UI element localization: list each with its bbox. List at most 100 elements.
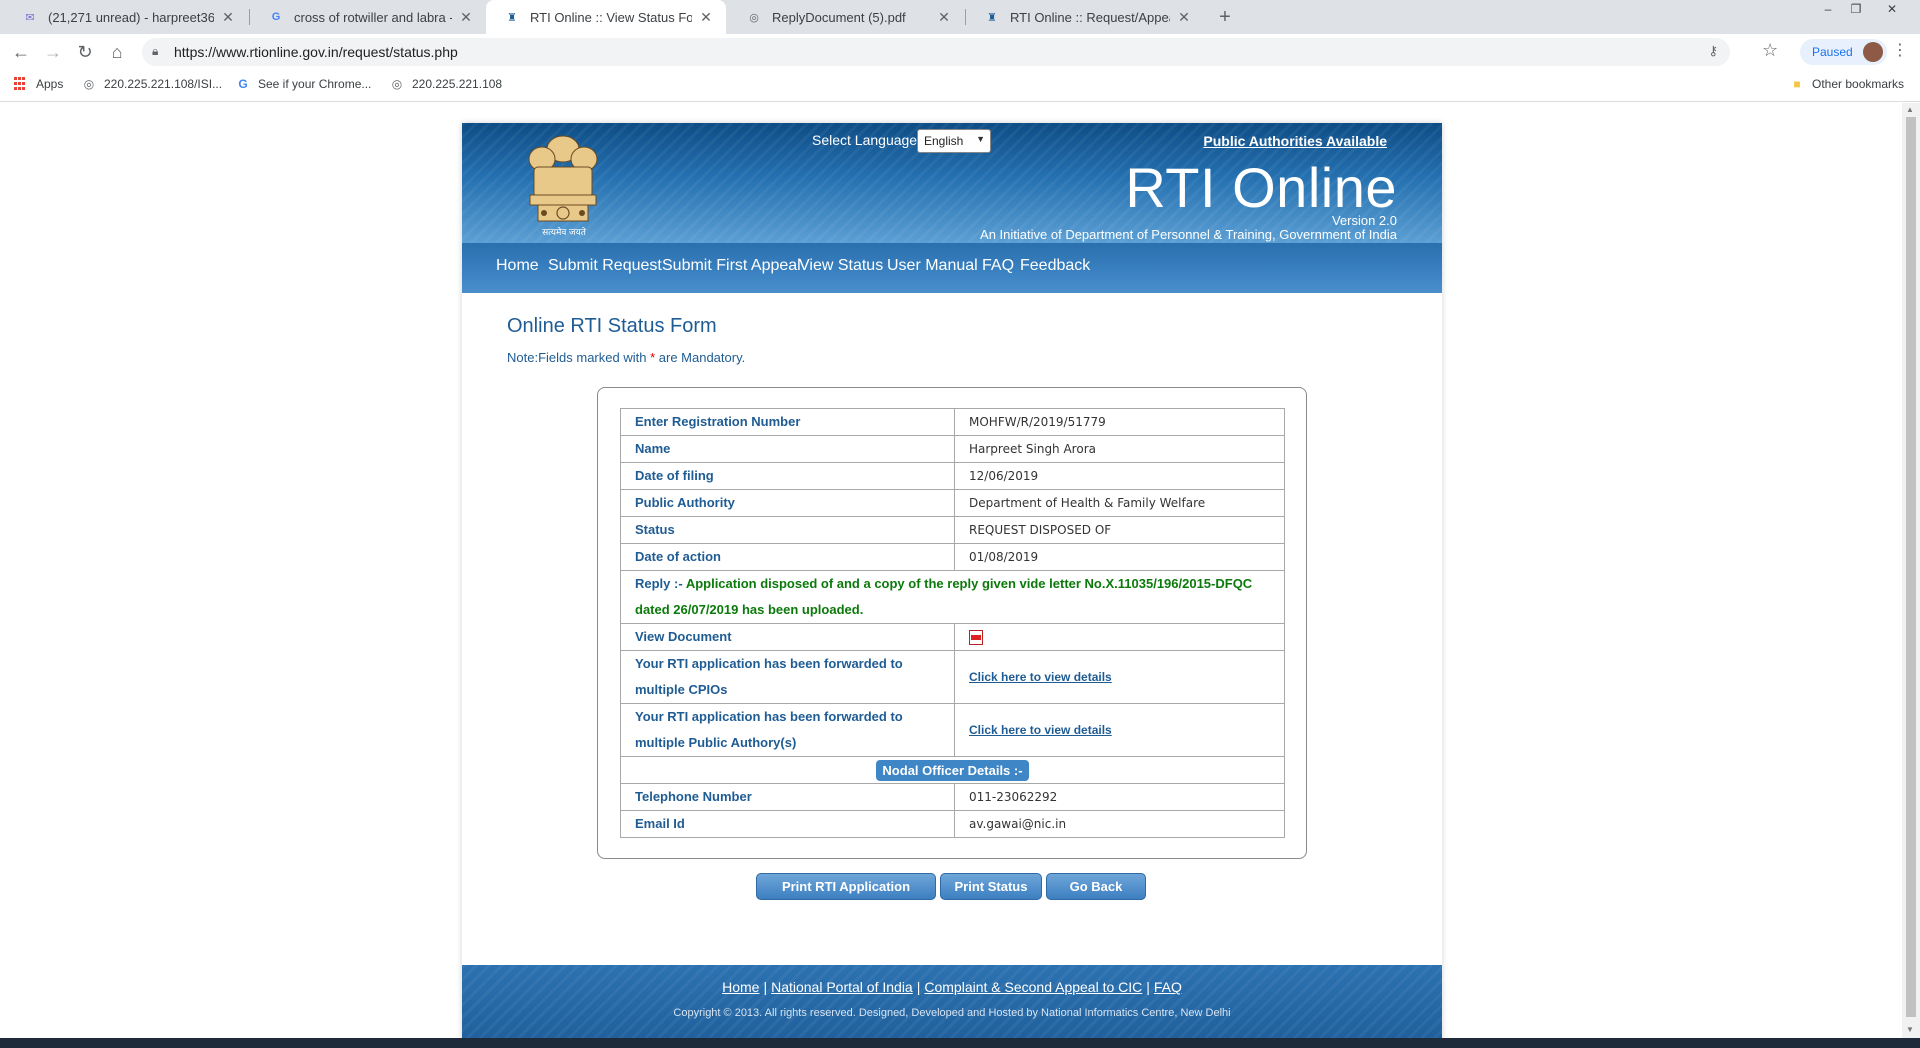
close-icon[interactable]: ✕ <box>698 9 714 26</box>
date-filing-label: Date of filing <box>620 462 955 490</box>
footer-link-complaint-appeal[interactable]: Complaint & Second Appeal to CIC <box>924 979 1142 995</box>
bookmark-star-icon[interactable]: ☆ <box>1762 40 1778 61</box>
lock-icon: 🔒︎ <box>152 44 159 58</box>
nodal-officer-heading: Nodal Officer Details :- <box>876 759 1029 781</box>
bookmark-ip[interactable]: ◎ 220.225.221.108 <box>390 77 502 91</box>
footer-link-faq[interactable]: FAQ <box>1154 979 1182 995</box>
authority-label: Your RTI application has been forwarded … <box>620 703 955 757</box>
footer-separator: | <box>763 979 768 995</box>
required-star: * <box>650 350 656 365</box>
telephone-value: 011-23062292 <box>954 783 1285 811</box>
apps-icon <box>14 77 28 91</box>
tab-label: RTI Online :: View Status Form <box>530 9 692 25</box>
reload-icon[interactable]: ↻ <box>73 40 97 64</box>
nodal-heading-cell: Nodal Officer Details :- <box>620 756 1285 784</box>
authority-details-link[interactable]: Click here to view details <box>969 723 1112 737</box>
close-icon[interactable]: ✕ <box>458 9 474 26</box>
bookmarks-bar: Apps ◎ 220.225.221.108/ISI... G See if y… <box>0 70 1920 102</box>
nav-user-manual[interactable]: User Manual <box>887 257 978 275</box>
scroll-up-icon[interactable]: ▲ <box>1906 105 1914 114</box>
nav-submit-request[interactable]: Submit Request <box>548 257 662 275</box>
footer-link-national-portal[interactable]: National Portal of India <box>771 979 913 995</box>
tab-label: RTI Online :: Request/Appeal For <box>1010 9 1170 25</box>
print-application-button[interactable]: Print RTI Application <box>756 873 936 900</box>
table-row: Public Authority Department of Health & … <box>620 489 1285 517</box>
nav-feedback[interactable]: Feedback <box>1020 257 1090 275</box>
bookmark-label: Apps <box>36 77 64 91</box>
table-row: Date of action 01/08/2019 <box>620 543 1285 571</box>
profile-button[interactable]: Paused <box>1800 39 1887 65</box>
tab-label: (21,271 unread) - harpreet36_8k <box>48 9 214 25</box>
reply-text: Application disposed of and a copy of th… <box>635 576 1253 617</box>
vertical-scrollbar[interactable]: ▲ ▼ <box>1902 103 1920 1038</box>
address-bar[interactable]: 🔒︎ https://www.rtionline.gov.in/request/… <box>142 38 1730 66</box>
reply-cell: Reply :- Application disposed of and a c… <box>620 570 1285 624</box>
cpio-details-link[interactable]: Click here to view details <box>969 670 1112 684</box>
table-row: Enter Registration Number MOHFW/R/2019/5… <box>620 408 1285 436</box>
email-value: av.gawai@nic.in <box>954 810 1285 838</box>
close-icon[interactable]: ✕ <box>220 9 236 26</box>
cpio-link-cell: Click here to view details <box>954 650 1285 704</box>
scrollbar-thumb[interactable] <box>1906 117 1916 1017</box>
bookmark-apps[interactable]: Apps <box>14 77 63 91</box>
other-bookmarks-label: Other bookmarks <box>1812 77 1905 91</box>
kebab-menu-icon[interactable]: ⋮ <box>1892 40 1908 60</box>
globe-icon: ◎ <box>391 77 403 91</box>
minimize-icon[interactable]: ‒ <box>1815 0 1841 20</box>
date-action-label: Date of action <box>620 543 955 571</box>
chevron-down-icon: ▼ <box>976 134 985 144</box>
nav-faq[interactable]: FAQ <box>982 257 1014 275</box>
site-banner: सत्यमेव जयते Select Language: English ▼ … <box>462 123 1442 243</box>
globe-icon: ◎ <box>83 77 95 91</box>
bookmark-label: 220.225.221.108/ISI... <box>104 77 223 91</box>
nav-submit-first-appeal[interactable]: Submit First Appeal <box>662 257 801 275</box>
go-back-button[interactable]: Go Back <box>1046 873 1146 900</box>
reply-label: Reply :- <box>635 576 683 591</box>
name-value: Harpreet Singh Arora <box>954 435 1285 463</box>
folder-icon: ■ <box>1793 77 1801 91</box>
table-row: Status REQUEST DISPOSED OF <box>620 516 1285 544</box>
bookmark-chrome-check[interactable]: G See if your Chrome... <box>236 77 371 91</box>
bookmark-isi[interactable]: ◎ 220.225.221.108/ISI... <box>82 77 222 91</box>
browser-tabstrip: ✉ (21,271 unread) - harpreet36_8k ✕ G cr… <box>0 0 1920 34</box>
nav-home[interactable]: Home <box>496 257 539 275</box>
browser-tab-google-search[interactable]: G cross of rotwiller and labra - Goo ✕ <box>250 0 486 34</box>
select-language-label: Select Language: <box>812 132 921 148</box>
home-icon[interactable]: ⌂ <box>105 40 129 64</box>
footer-link-home[interactable]: Home <box>722 979 759 995</box>
authority-link-cell: Click here to view details <box>954 703 1285 757</box>
restore-icon[interactable]: ❐ <box>1843 0 1869 20</box>
key-icon[interactable]: ⚷ <box>1708 43 1718 59</box>
new-tab-button[interactable]: + <box>1213 5 1237 29</box>
emblem-icon: ♜ <box>507 11 517 24</box>
name-label: Name <box>620 435 955 463</box>
public-authorities-link[interactable]: Public Authorities Available <box>1203 133 1387 149</box>
national-emblem-icon <box>528 135 598 222</box>
cpio-label: Your RTI application has been forwarded … <box>620 650 955 704</box>
table-row: Name Harpreet Singh Arora <box>620 435 1285 463</box>
close-icon[interactable]: ✕ <box>1176 9 1192 26</box>
site-brand: RTI Online <box>1125 156 1397 219</box>
browser-toolbar: ← → ↻ ⌂ 🔒︎ https://www.rtionline.gov.in/… <box>0 34 1920 70</box>
window-close-icon[interactable]: ✕ <box>1879 0 1905 20</box>
google-icon: G <box>238 77 248 91</box>
bookmark-label: 220.225.221.108 <box>412 77 503 91</box>
language-select[interactable]: English ▼ <box>917 129 991 153</box>
forward-icon[interactable]: → <box>41 40 65 64</box>
browser-tab-rti-request[interactable]: ♜ RTI Online :: Request/Appeal For ✕ <box>966 0 1204 34</box>
status-value: REQUEST DISPOSED OF <box>954 516 1285 544</box>
scroll-down-icon[interactable]: ▼ <box>1906 1025 1914 1034</box>
pdf-icon[interactable] <box>969 629 983 645</box>
browser-tab-rti-status[interactable]: ♜ RTI Online :: View Status Form ✕ <box>486 0 726 34</box>
close-icon[interactable]: ✕ <box>936 9 952 26</box>
browser-tab-reply-pdf[interactable]: ◎ ReplyDocument (5).pdf ✕ <box>728 0 964 34</box>
print-status-button[interactable]: Print Status <box>940 873 1042 900</box>
nav-view-status[interactable]: View Status <box>799 257 883 275</box>
registration-label: Enter Registration Number <box>620 408 955 436</box>
other-bookmarks[interactable]: ■ Other bookmarks <box>1790 77 1904 91</box>
registration-value: MOHFW/R/2019/51779 <box>954 408 1285 436</box>
back-icon[interactable]: ← <box>9 40 33 64</box>
mandatory-note: Note:Fields marked with * are Mandatory. <box>507 350 745 365</box>
browser-tab-gmail[interactable]: ✉ (21,271 unread) - harpreet36_8k ✕ <box>4 0 248 34</box>
page-title: Online RTI Status Form <box>507 315 717 337</box>
